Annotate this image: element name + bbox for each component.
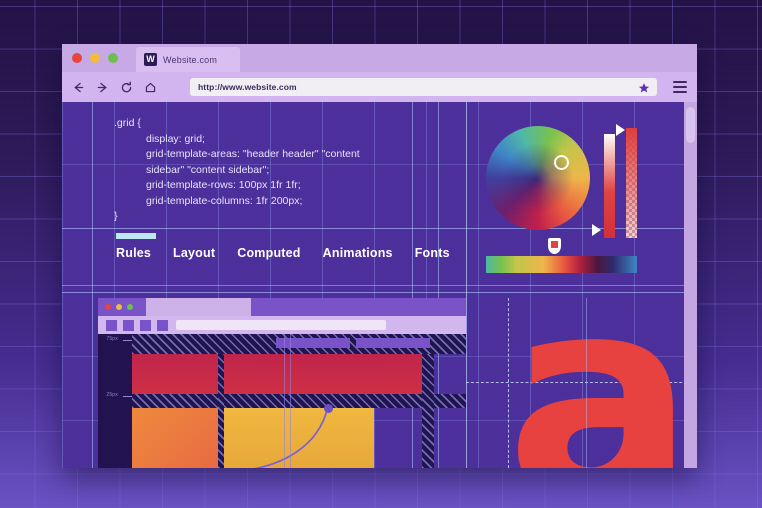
- color-wheel-cursor[interactable]: [554, 155, 569, 170]
- home-icon[interactable]: [144, 81, 157, 94]
- window-controls[interactable]: [72, 53, 118, 63]
- alpha-slider[interactable]: [626, 128, 637, 238]
- code-line: grid-template-rows: 100px 1fr 1fr;: [146, 179, 301, 191]
- ruler-label: 75px: [106, 336, 118, 342]
- tab-title: Website.com: [163, 54, 218, 65]
- hue-spectrum-bar[interactable]: [486, 256, 637, 273]
- minimize-button[interactable]: [90, 53, 100, 63]
- active-tab-indicator: [116, 233, 156, 239]
- tab-computed[interactable]: Computed: [237, 246, 300, 260]
- vertical-scrollbar[interactable]: [684, 102, 697, 468]
- code-line: grid-template-columns: 1fr 200px;: [146, 194, 303, 207]
- slider-handle-top-icon[interactable]: [616, 124, 625, 136]
- tab-animations[interactable]: Animations: [323, 246, 393, 260]
- mock-address-bar[interactable]: [176, 320, 386, 330]
- hamburger-menu-icon[interactable]: [673, 81, 687, 96]
- content-box-orange: [132, 408, 218, 468]
- guide-line: [62, 285, 697, 286]
- header-chip: [276, 338, 350, 348]
- tab-layout[interactable]: Layout: [173, 246, 215, 260]
- bezier-control-point[interactable]: [324, 404, 333, 413]
- navigation-buttons: [62, 81, 157, 94]
- brightness-slider[interactable]: [604, 134, 615, 238]
- browser-toolbar: http://www.website.com: [62, 72, 697, 102]
- url-text: http://www.website.com: [198, 82, 297, 92]
- mock-tab[interactable]: [146, 298, 251, 316]
- code-line: display: grid;: [146, 132, 205, 145]
- guide-line: [586, 298, 587, 468]
- color-wheel[interactable]: [486, 126, 590, 230]
- gap-column-right: [422, 354, 434, 468]
- reload-icon[interactable]: [120, 81, 133, 94]
- ruler-label: 25px: [106, 392, 118, 398]
- mock-maximize-button[interactable]: [127, 304, 133, 310]
- forward-icon[interactable]: [96, 81, 109, 94]
- page-viewport: .grid { display: grid; grid-template-area…: [62, 102, 697, 468]
- maximize-button[interactable]: [108, 53, 118, 63]
- guide-line: [284, 334, 285, 468]
- address-bar[interactable]: http://www.website.com: [190, 78, 657, 96]
- star-icon[interactable]: [638, 81, 650, 93]
- code-line: .grid {: [114, 117, 141, 129]
- font-preview-panel: a: [466, 298, 697, 468]
- eyedropper-marker-icon[interactable]: [548, 238, 561, 254]
- mock-minimize-button[interactable]: [116, 304, 122, 310]
- guide-line: [290, 334, 291, 468]
- browser-window: W Website.com http://www.website.com .gr…: [62, 44, 697, 468]
- color-picker: [480, 116, 650, 276]
- mock-window-controls[interactable]: [105, 304, 133, 310]
- mock-toolbar-button[interactable]: [123, 320, 134, 331]
- header-chip: [356, 338, 430, 348]
- page-preview-panel: 75px 25px: [98, 298, 466, 468]
- guide-line: [62, 292, 697, 293]
- mock-toolbar-button[interactable]: [140, 320, 151, 331]
- code-line: grid-template-areas: "header header" "co…: [146, 148, 360, 160]
- slider-handle-bottom-icon[interactable]: [592, 224, 601, 236]
- screenshot-stage: W Website.com http://www.website.com .gr…: [0, 0, 762, 508]
- mock-toolbar-button[interactable]: [106, 320, 117, 331]
- ruler-tick: [123, 340, 132, 341]
- close-button[interactable]: [72, 53, 82, 63]
- code-line: }: [114, 210, 118, 222]
- ruler-tick: [123, 396, 132, 397]
- mock-toolbar-button[interactable]: [157, 320, 168, 331]
- bezier-curve-icon: [253, 405, 329, 468]
- css-code-block: .grid { display: grid; grid-template-area…: [114, 116, 464, 225]
- mock-close-button[interactable]: [105, 304, 111, 310]
- tab-rules[interactable]: Rules: [116, 246, 151, 260]
- devtools-tabbar: Rules Layout Computed Animations Fonts: [116, 246, 450, 260]
- scrollbar-thumb[interactable]: [686, 107, 695, 143]
- code-line: sidebar" "content sidebar";: [146, 163, 270, 176]
- favicon-icon: W: [144, 53, 157, 66]
- browser-tab[interactable]: W Website.com: [136, 47, 240, 72]
- ruler: 75px 25px: [98, 334, 132, 468]
- tab-fonts[interactable]: Fonts: [415, 246, 450, 260]
- content-box-red: [132, 354, 422, 394]
- back-icon[interactable]: [72, 81, 85, 94]
- glyph-preview: a: [506, 298, 695, 468]
- window-titlebar: W Website.com: [62, 44, 697, 72]
